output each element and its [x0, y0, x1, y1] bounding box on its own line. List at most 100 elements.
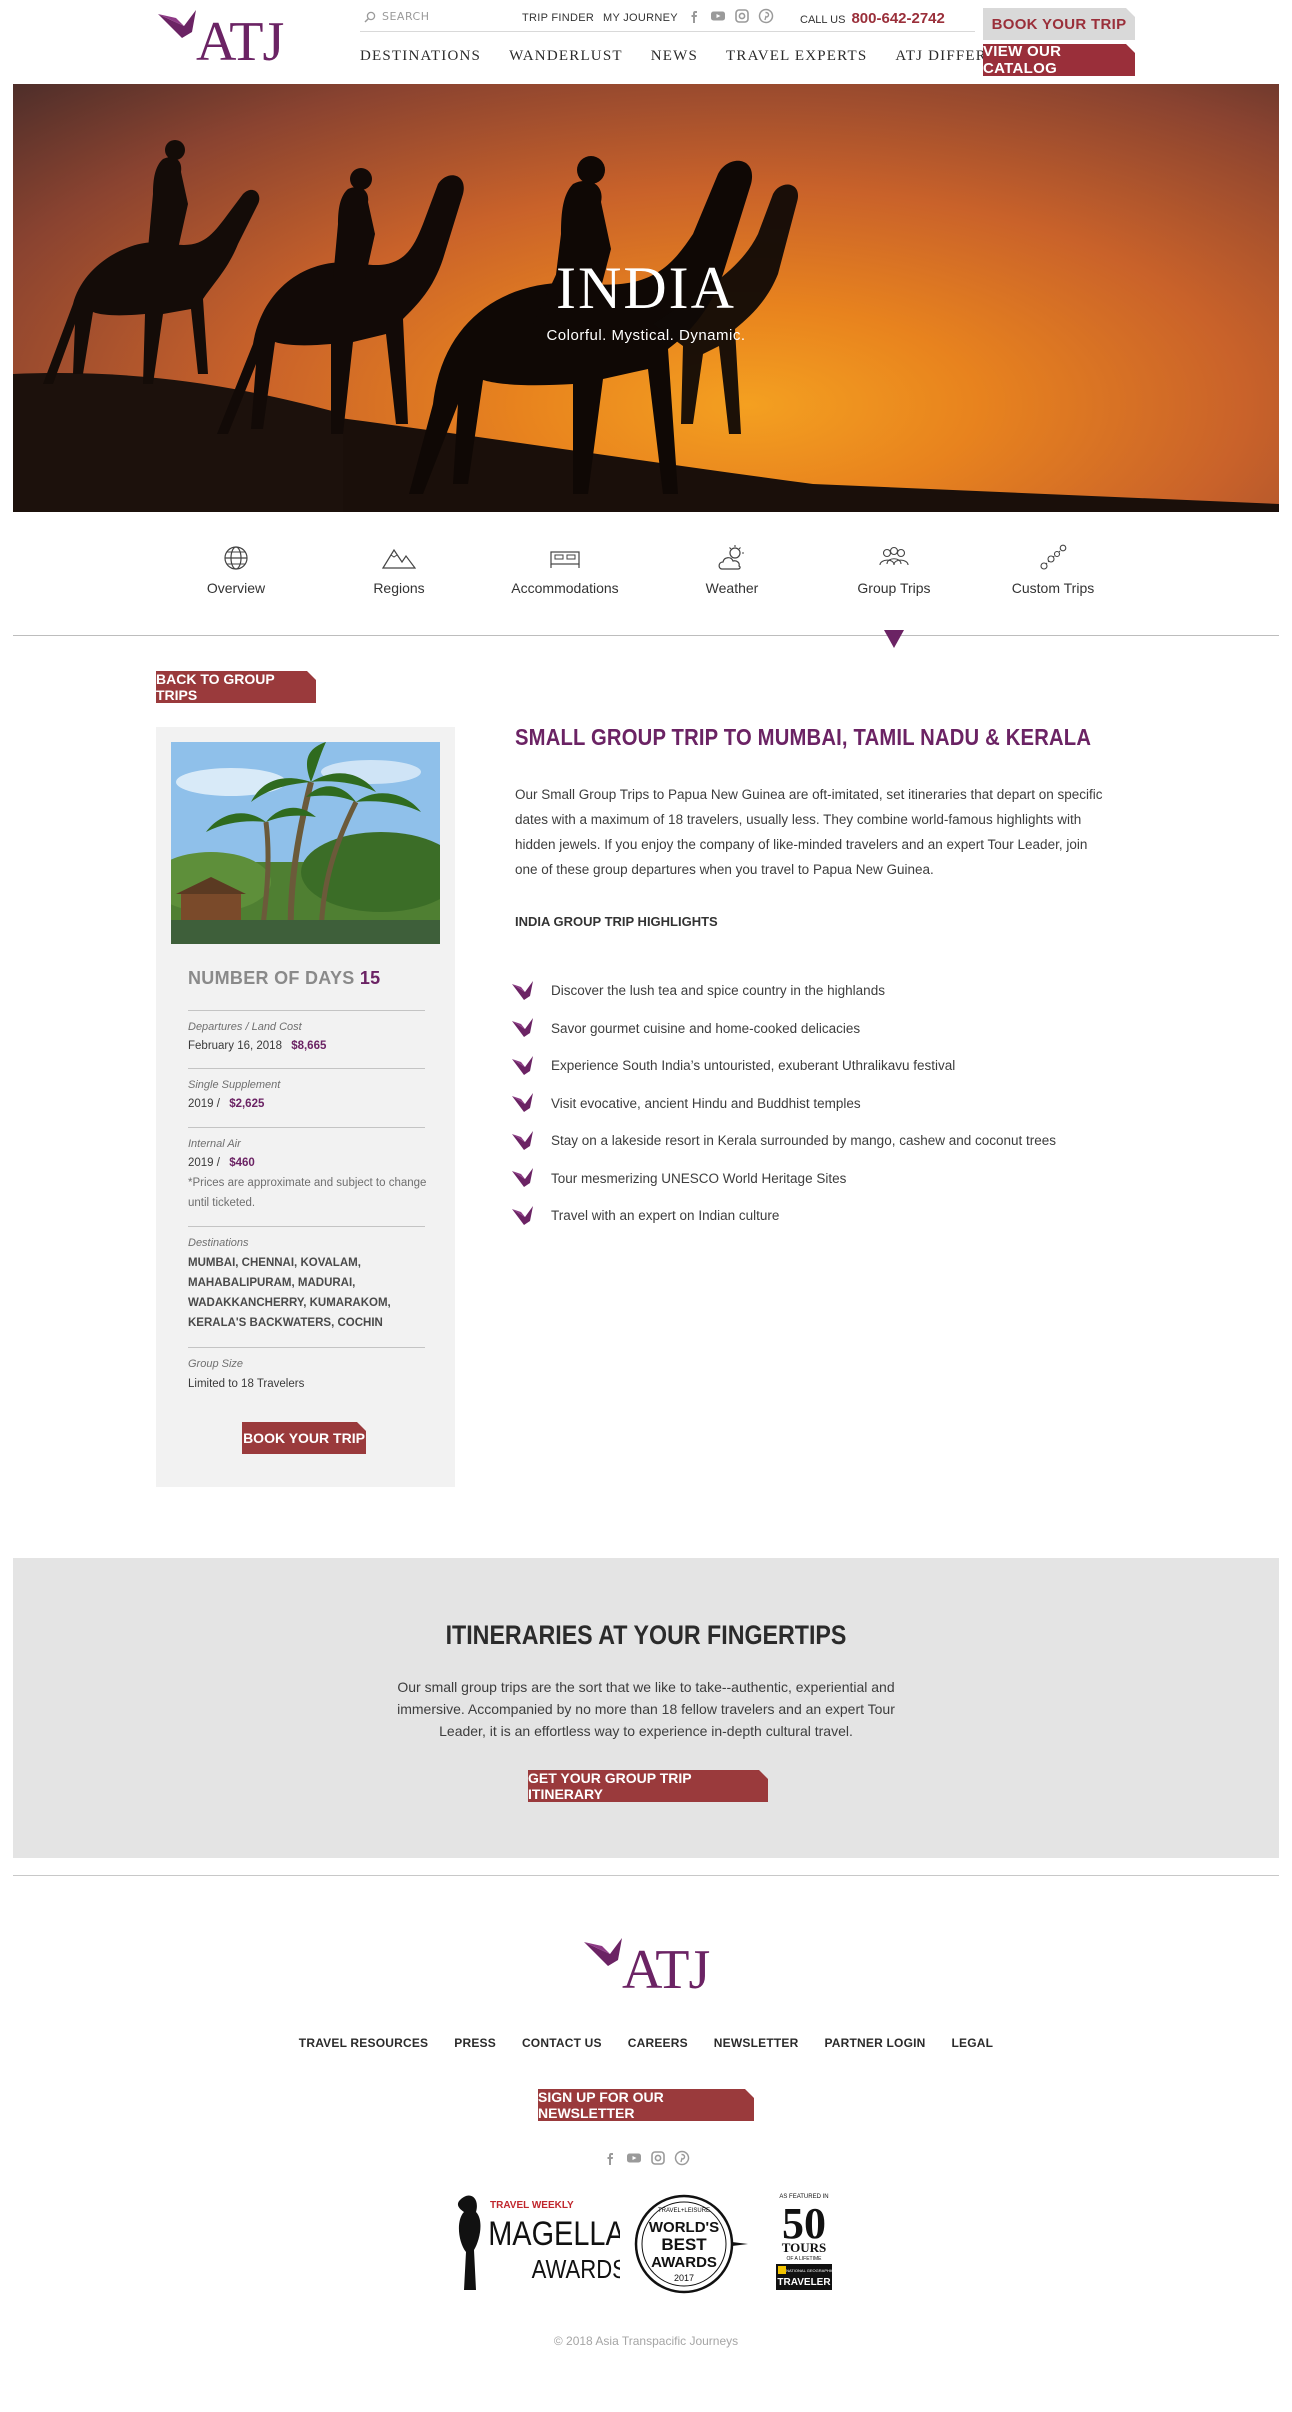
youtube-icon[interactable]: [626, 2150, 642, 2166]
internal-air-label: Internal Air: [188, 1138, 241, 1150]
instagram-icon[interactable]: [650, 2150, 666, 2166]
footer-link-careers[interactable]: CAREERS: [628, 2036, 688, 2050]
subnav-weather-label: Weather: [705, 580, 759, 596]
footer-logo[interactable]: ATJ: [582, 1936, 710, 2006]
get-itinerary-label: GET YOUR GROUP TRIP ITINERARY: [528, 1770, 692, 1802]
divider: [188, 1226, 425, 1227]
divider: [188, 1347, 425, 1348]
magellan-awards-logo: TRAVEL WEEKLY MAGELLAN AWARDS: [457, 2195, 620, 2290]
ng-tours: TOURS: [782, 2240, 827, 2255]
facebook-icon[interactable]: [686, 8, 702, 24]
highlight-text: Stay on a lakeside resort in Kerala surr…: [551, 1133, 1057, 1149]
trip-finder-link[interactable]: TRIP FINDER: [522, 12, 594, 24]
highlight-text: Tour mesmerizing UNESCO World Heritage S…: [551, 1170, 847, 1186]
social-links-top: [686, 8, 774, 24]
book-your-trip-label: BOOK YOUR TRIP: [991, 15, 1127, 33]
subnav-regions-label: Regions: [373, 580, 425, 596]
get-itinerary-button[interactable]: GET YOUR GROUP TRIP ITINERARY: [528, 1770, 768, 1802]
list-item: Visit evocative, ancient Hindu and Buddh…: [511, 1085, 1131, 1123]
footer-link-newsletter[interactable]: NEWSLETTER: [714, 2036, 799, 2050]
crane-bullet-icon: [512, 1205, 533, 1225]
nav-news[interactable]: NEWS: [651, 48, 698, 65]
subnav-accommodations[interactable]: Accommodations: [495, 544, 635, 596]
search-box[interactable]: SEARCH: [364, 10, 430, 23]
list-item: Stay on a lakeside resort in Kerala surr…: [511, 1122, 1131, 1160]
pinterest-icon[interactable]: [758, 8, 774, 24]
wba-top: TRAVEL+LEISURE: [658, 2208, 710, 2214]
trip-description: Our Small Group Trips to Papua New Guine…: [515, 787, 1103, 877]
pinterest-icon[interactable]: [674, 2150, 690, 2166]
hero-title: INDIA: [556, 255, 736, 321]
sidebar-book-trip-button[interactable]: BOOK YOUR TRIP: [242, 1422, 366, 1454]
wba-year: 2017: [674, 2273, 694, 2283]
footer-logo-text: ATJ: [622, 1939, 710, 2001]
footer-link-travel-resources[interactable]: TRAVEL RESOURCES: [299, 2036, 428, 2050]
phone-number[interactable]: 800-642-2742: [851, 10, 944, 27]
nav-destinations[interactable]: DESTINATIONS: [360, 48, 481, 65]
footer-link-contact-us[interactable]: CONTACT US: [522, 2036, 602, 2050]
footer-link-press[interactable]: PRESS: [454, 2036, 496, 2050]
magellan-line2: AWARDS: [532, 2255, 620, 2284]
itineraries-section: ITINERARIES AT YOUR FINGERTIPS Our small…: [13, 1558, 1279, 1858]
subnav-custom-trips-label: Custom Trips: [1011, 580, 1095, 596]
group-icon: [879, 546, 909, 566]
subnav-custom-trips[interactable]: Custom Trips: [983, 544, 1123, 596]
active-tab-indicator: [884, 630, 904, 648]
group-size-value: Limited to 18 Travelers: [188, 1378, 305, 1390]
back-to-group-trips-button[interactable]: BACK TO GROUP TRIPS: [156, 671, 316, 703]
subnav-weather[interactable]: Weather: [662, 544, 802, 596]
magellan-line1: MAGELLAN: [488, 2214, 620, 2253]
facebook-icon[interactable]: [602, 2150, 618, 2166]
corner-fold: [759, 1770, 768, 1779]
footer-link-partner-login[interactable]: PARTNER LOGIN: [824, 2036, 925, 2050]
book-your-trip-button[interactable]: BOOK YOUR TRIP: [983, 8, 1135, 40]
days-value: 15: [359, 968, 381, 988]
copyright: © 2018 Asia Transpacific Journeys: [553, 2334, 739, 2348]
footer-link-legal[interactable]: LEGAL: [952, 2036, 994, 2050]
corner-fold: [1126, 8, 1135, 17]
nav-travel-experts[interactable]: TRAVEL EXPERTS: [726, 48, 867, 65]
newsletter-signup-button[interactable]: SIGN UP FOR OUR NEWSLETTER: [538, 2089, 754, 2121]
list-item: Savor gourmet cuisine and home-cooked de…: [511, 1010, 1131, 1048]
list-item: Tour mesmerizing UNESCO World Heritage S…: [511, 1160, 1131, 1198]
number-of-days: NUMBER OF DAYS 15: [188, 968, 381, 989]
itineraries-text: Our small group trips are the sort that …: [397, 1679, 895, 1739]
nav-wanderlust[interactable]: WANDERLUST: [509, 48, 623, 65]
instagram-icon[interactable]: [734, 8, 750, 24]
atj-logo[interactable]: ATJ: [156, 8, 284, 78]
palm-trees-image: [171, 742, 440, 944]
single-supplement-label: Single Supplement: [188, 1079, 281, 1091]
bed-icon: [550, 551, 580, 568]
route-icon: [1040, 544, 1067, 570]
back-to-group-trips-label: BACK TO GROUP TRIPS: [156, 671, 275, 703]
mountains-icon: [382, 548, 416, 569]
my-journey-link[interactable]: MY JOURNEY: [603, 12, 678, 24]
supplement-price: $2,625: [229, 1098, 265, 1110]
single-supplement-value: 2019 / $2,625: [188, 1098, 264, 1110]
divider: [188, 1010, 425, 1011]
newsletter-signup-label: SIGN UP FOR OUR NEWSLETTER: [538, 2089, 664, 2121]
trip-title: SMALL GROUP TRIP TO MUMBAI, TAMIL NADU &…: [515, 724, 1092, 750]
corner-fold: [1126, 44, 1135, 53]
destination-subnav: Overview Regions Accommodations Weather: [0, 512, 1292, 636]
footer-divider: [13, 1875, 1279, 1876]
awards-row: TRAVEL WEEKLY MAGELLAN AWARDS TRAVEL+LEI…: [450, 2190, 850, 2300]
subnav-regions[interactable]: Regions: [329, 544, 469, 596]
subnav-divider: [13, 635, 1279, 636]
view-catalog-button[interactable]: VIEW OUR CATALOG: [983, 43, 1135, 77]
ng-sub: OF A LIFETIME: [786, 2256, 822, 2262]
kerala-backwaters-photo: [171, 742, 440, 944]
view-catalog-label: VIEW OUR CATALOG: [983, 43, 1062, 77]
youtube-icon[interactable]: [710, 8, 726, 24]
days-label: NUMBER OF DAYS: [188, 968, 355, 988]
utility-bar: SEARCH TRIP FINDER MY JOURNEY CALL US 80…: [360, 8, 975, 32]
main-nav: DESTINATIONS WANDERLUST NEWS TRAVEL EXPE…: [360, 48, 1059, 65]
divider: [188, 1068, 425, 1069]
crane-bullet-icon: [512, 1055, 533, 1075]
corner-fold: [745, 2089, 754, 2098]
subnav-overview[interactable]: Overview: [166, 544, 306, 596]
trip-details-sidebar: NUMBER OF DAYS 15 Departures / Land Cost…: [156, 727, 455, 1487]
highlight-text: Savor gourmet cuisine and home-cooked de…: [551, 1020, 861, 1036]
subnav-group-trips[interactable]: Group Trips: [824, 544, 964, 596]
destinations-list: MUMBAI, CHENNAI, KOVALAM, MAHABALIPURAM,…: [188, 1257, 391, 1329]
